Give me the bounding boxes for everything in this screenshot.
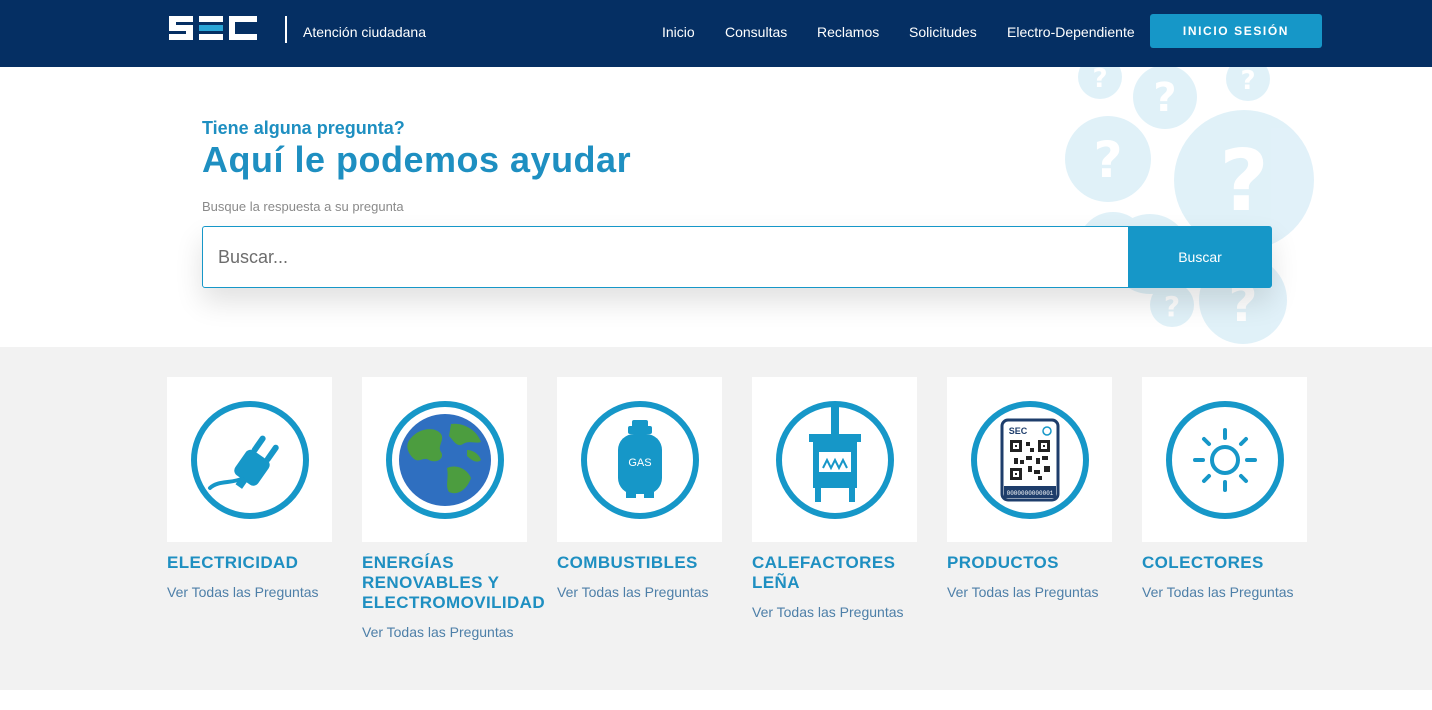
category-title-productos[interactable]: PRODUCTOS: [947, 553, 1112, 573]
svg-text:?: ?: [1164, 290, 1180, 323]
qr-label-icon: SEC 0000000000001: [970, 400, 1089, 519]
plug-icon: [190, 400, 309, 519]
category-image[interactable]: SEC 0000000000001: [947, 377, 1112, 542]
globe-icon: [385, 400, 504, 519]
view-all-questions-link[interactable]: Ver Todas las Preguntas: [752, 604, 917, 620]
category-card-colectores: COLECTORES Ver Todas las Preguntas: [1142, 377, 1307, 600]
hero-title: Aquí le podemos ayudar: [202, 139, 632, 180]
search-hint: Busque la respuesta a su pregunta: [202, 199, 404, 214]
category-title-energias[interactable]: ENERGÍAS RENOVABLES Y ELECTROMOVILIDAD: [362, 553, 546, 613]
gas-label: GAS: [628, 457, 651, 469]
sun-icon: [1165, 400, 1284, 519]
category-image[interactable]: GAS: [557, 377, 722, 542]
category-image[interactable]: [167, 377, 332, 542]
view-all-questions-link[interactable]: Ver Todas las Preguntas: [362, 624, 527, 640]
title-line: ELECTROMOVILIDAD: [362, 593, 546, 612]
serial-number: 0000000000001: [1006, 490, 1053, 497]
title-line: CALEFACTORES: [752, 553, 896, 572]
search-input[interactable]: [202, 226, 1129, 288]
title-line: ELECTRICIDAD: [167, 553, 299, 572]
category-title-combustibles[interactable]: COMBUSTIBLES: [557, 553, 722, 573]
category-title-electricidad[interactable]: ELECTRICIDAD: [167, 553, 332, 573]
login-button[interactable]: INICIO SESIÓN: [1150, 14, 1322, 48]
title-line: LEÑA: [752, 573, 800, 592]
category-card-calefactores: CALEFACTORES LEÑA Ver Todas las Pregunta…: [752, 377, 917, 620]
title-line: COLECTORES: [1142, 553, 1264, 572]
nav-reclamos[interactable]: Reclamos: [817, 24, 879, 40]
category-title-calefactores[interactable]: CALEFACTORES LEÑA: [752, 553, 917, 593]
sec-mini-label: SEC: [1008, 426, 1027, 436]
nav-inicio[interactable]: Inicio: [662, 24, 695, 40]
view-all-questions-link[interactable]: Ver Todas las Preguntas: [947, 584, 1112, 600]
svg-text:?: ?: [1219, 132, 1268, 231]
view-all-questions-link[interactable]: Ver Todas las Preguntas: [167, 584, 332, 600]
category-card-combustibles: GAS COMBUSTIBLES Ver Todas las Preguntas: [557, 377, 722, 600]
title-line: COMBUSTIBLES: [557, 553, 698, 572]
hero-kicker: Tiene alguna pregunta?: [202, 118, 405, 138]
search-bar: Buscar: [202, 226, 1272, 288]
top-navbar: Atención ciudadana Inicio Consultas Recl…: [0, 0, 1432, 67]
title-line: PRODUCTOS: [947, 553, 1059, 572]
category-title-colectores[interactable]: COLECTORES: [1142, 553, 1307, 573]
category-card-energias: ENERGÍAS RENOVABLES Y ELECTROMOVILIDAD V…: [362, 377, 546, 640]
title-line: RENOVABLES Y: [362, 573, 500, 592]
category-card-productos: SEC 0000000000001 PRODUCTOS Ver Todas la…: [947, 377, 1112, 600]
category-card-electricidad: ELECTRICIDAD Ver Todas las Preguntas: [167, 377, 332, 600]
hero-section: ? ? ? ? ? ? ? Tiene alguna pregunta? Aqu…: [0, 67, 1432, 347]
sec-logo[interactable]: [167, 13, 259, 43]
question-bubbles-decoration: ? ? ? ? ? ? ?: [1065, 67, 1314, 344]
nav-solicitudes[interactable]: Solicitudes: [909, 24, 977, 40]
categories-section: ELECTRICIDAD Ver Todas las Preguntas ENE…: [0, 347, 1432, 690]
wood-stove-icon: [775, 400, 894, 519]
category-image[interactable]: [752, 377, 917, 542]
view-all-questions-link[interactable]: Ver Todas las Preguntas: [1142, 584, 1307, 600]
svg-text:?: ?: [1153, 75, 1176, 121]
category-image[interactable]: [1142, 377, 1307, 542]
nav-electro-dependiente[interactable]: Electro-Dependiente: [1007, 24, 1135, 40]
category-image[interactable]: [362, 377, 527, 542]
svg-text:?: ?: [1240, 67, 1255, 96]
logo-separator: [285, 16, 287, 43]
title-line: ENERGÍAS: [362, 553, 454, 572]
svg-text:?: ?: [1092, 67, 1107, 94]
svg-text:?: ?: [1093, 131, 1122, 189]
view-all-questions-link[interactable]: Ver Todas las Preguntas: [557, 584, 722, 600]
gas-cylinder-icon: GAS: [580, 400, 699, 519]
search-button[interactable]: Buscar: [1128, 226, 1272, 288]
site-tagline: Atención ciudadana: [303, 24, 426, 40]
nav-consultas[interactable]: Consultas: [725, 24, 787, 40]
